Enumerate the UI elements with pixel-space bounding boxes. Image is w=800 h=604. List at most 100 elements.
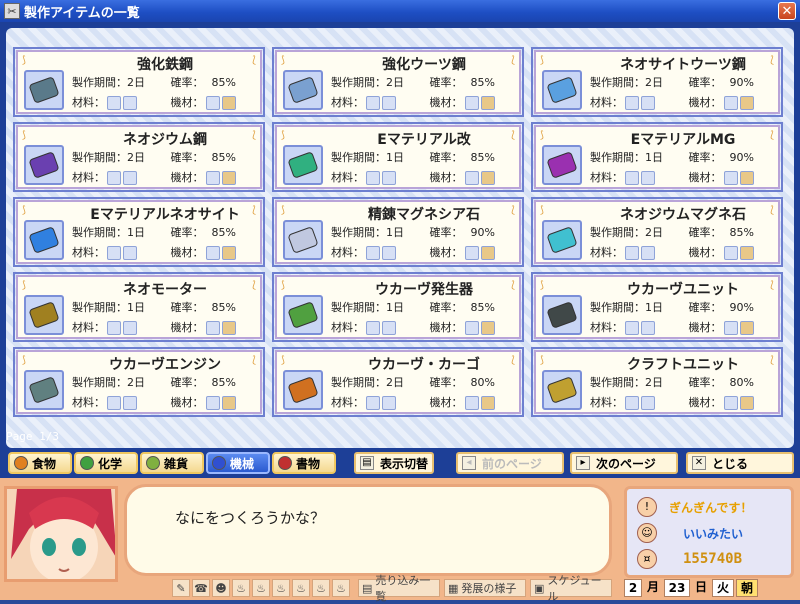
machine-label: 機材： (170, 96, 204, 109)
material-icon (641, 171, 655, 185)
game-window: ✂ 製作アイテムの一覧 ✕ ⟆ ⟅ 強化鉄鋼 製作期間：2日 確率： 85% 材料… (0, 0, 800, 603)
item-material-row: 材料： 機材： (590, 394, 754, 410)
item-name: 強化ウーツ鋼 (382, 57, 466, 73)
pot-icon: ♨ (276, 581, 286, 595)
item-card[interactable]: ⟆ ⟅ Eマテリアルネオサイト 製作期間：1日 確率： 85% 材料： 機材： (13, 197, 265, 267)
machine-label: 機材： (170, 246, 204, 259)
machine-label: 機材： (170, 396, 204, 409)
item-card[interactable]: ⟆ ⟅ ウカーヴ発生器 製作期間：1日 確率： 85% 材料： 機材： (272, 272, 524, 342)
rate-label: 確率： (429, 76, 463, 89)
item-name: Eマテリアルネオサイト (90, 207, 240, 223)
item-card[interactable]: ⟆ ⟅ ウカーヴユニット 製作期間：1日 確率： 90% 材料： 機材： (531, 272, 783, 342)
time-value: 1日 (645, 301, 663, 314)
item-card[interactable]: ⟆ ⟅ ネオジウム鋼 製作期間：2日 確率： 85% 材料： 機材： (13, 122, 265, 192)
item-card[interactable]: ⟆ ⟅ Eマテリアル改 製作期間：1日 確率： 85% 材料： 機材： (272, 122, 524, 192)
item-name: ウカーヴ発生器 (375, 282, 473, 298)
material-label: 材料： (590, 321, 623, 334)
category-chemistry-button[interactable]: 化学 (74, 452, 138, 474)
tool-button-1[interactable]: ✎ (172, 579, 190, 597)
material-label: 材料： (331, 171, 364, 184)
time-value: 2日 (386, 76, 404, 89)
machine-icon (205, 246, 220, 260)
tool-button-5[interactable]: ♨ (252, 579, 270, 597)
item-time-row: 製作期間：1日 確率： 90% (590, 149, 754, 165)
tool-button-8[interactable]: ♨ (312, 579, 330, 597)
pot-icon: ♨ (296, 581, 306, 595)
list-icon: ▤ (362, 581, 373, 595)
item-card[interactable]: ⟆ ⟅ 強化鉄鋼 製作期間：2日 確率： 85% 材料： 機材： (13, 47, 265, 117)
item-time-row: 製作期間：2日 確率： 85% (72, 74, 236, 90)
face-icon: ☺ (637, 523, 657, 543)
box-icon (739, 171, 754, 185)
close-list-button[interactable]: ✕ とじる (686, 452, 794, 474)
machine-label: 機材： (429, 96, 463, 109)
item-card[interactable]: ⟆ ⟅ ネオジウムマグネ石 製作期間：2日 確率： 85% 材料： 機材： (531, 197, 783, 267)
material-icon (107, 171, 121, 185)
rate-label: 確率： (170, 226, 204, 239)
item-card[interactable]: ⟆ ⟅ EマテリアルMG 製作期間：1日 確率： 90% 材料： 機材： (531, 122, 783, 192)
category-chemistry-label: 化学 (98, 456, 123, 471)
tool-button-2[interactable]: ☎ (192, 579, 210, 597)
category-machine-button[interactable]: 機械 (206, 452, 270, 474)
next-page-label: 次のページ (596, 456, 656, 471)
material-icon (123, 396, 137, 410)
item-card[interactable]: ⟆ ⟅ 精錬マグネシア石 製作期間：1日 確率： 90% 材料： 機材： (272, 197, 524, 267)
tool-button-6[interactable]: ♨ (272, 579, 290, 597)
item-icon-box (283, 70, 323, 110)
item-time-row: 製作期間：2日 確率： 85% (72, 374, 236, 390)
item-icon (287, 376, 319, 404)
material-icon (366, 396, 380, 410)
tool-button-3[interactable]: ☻ (212, 579, 230, 597)
prev-page-button[interactable]: ◂ 前のページ (456, 452, 564, 474)
item-card[interactable]: ⟆ ⟅ 強化ウーツ鋼 製作期間：2日 確率： 85% 材料： 機材： (272, 47, 524, 117)
schedule-button[interactable]: ▣ スケジュール (530, 574, 612, 603)
category-goods-button[interactable]: 雑貨 (140, 452, 204, 474)
food-icon (14, 456, 28, 470)
item-card[interactable]: ⟆ ⟅ ウカーヴエンジン 製作期間：2日 確率： 85% 材料： 機材： (13, 347, 265, 417)
time-value: 2日 (645, 76, 663, 89)
category-food-label: 食物 (32, 456, 57, 471)
machine-label: 機材： (170, 321, 204, 334)
item-card[interactable]: ⟆ ⟅ ウカーヴ・カーゴ 製作期間：2日 確率： 80% 材料： 機材： (272, 347, 524, 417)
item-card[interactable]: ⟆ ⟅ クラフトユニット 製作期間：2日 確率： 80% 材料： 機材： (531, 347, 783, 417)
progress-button[interactable]: ▦ 発展の様子 (444, 579, 526, 597)
material-icon (625, 246, 639, 260)
machine-label: 機材： (429, 321, 463, 334)
money-amount: 155740B (683, 551, 743, 567)
box-icon (221, 96, 236, 110)
item-time-row: 製作期間：1日 確率： 85% (331, 299, 495, 315)
prev-page-label: 前のページ (482, 456, 542, 471)
item-time-row: 製作期間：1日 確率： 85% (72, 224, 236, 240)
category-food-button[interactable]: 食物 (8, 452, 72, 474)
item-card[interactable]: ⟆ ⟅ ネオモーター 製作期間：1日 確率： 85% 材料： 機材： (13, 272, 265, 342)
machine-icon (723, 321, 738, 335)
tool-button-7[interactable]: ♨ (292, 579, 310, 597)
rate-value: 90% (729, 76, 754, 89)
item-icon (546, 301, 578, 329)
tool-button-9[interactable]: ♨ (332, 579, 350, 597)
box-icon (480, 171, 495, 185)
book-icon (278, 456, 292, 470)
box-icon (739, 96, 754, 110)
machine-icon (723, 246, 738, 260)
rate-value: 85% (211, 151, 236, 164)
category-books-button[interactable]: 書物 (272, 452, 336, 474)
close-window-button[interactable]: ✕ (778, 2, 796, 20)
item-name: ウカーヴエンジン (109, 357, 221, 373)
material-icon (641, 96, 655, 110)
flourish-icon: ⟆ (22, 205, 26, 216)
rate-label: 確率： (688, 376, 722, 389)
next-page-button[interactable]: ▸ 次のページ (570, 452, 678, 474)
item-icon-box (24, 220, 64, 260)
flourish-icon: ⟆ (540, 130, 544, 141)
material-icon (123, 171, 137, 185)
time-label: 製作期間： (72, 226, 127, 239)
pot-icon: ♨ (316, 581, 326, 595)
tool-button-4[interactable]: ♨ (232, 579, 250, 597)
toggle-icon: ▤ (360, 456, 374, 470)
sales-list-button[interactable]: ▤ 売り込み一覧 (358, 574, 440, 603)
item-card[interactable]: ⟆ ⟅ ネオサイトウーツ鋼 製作期間：2日 確率： 90% 材料： 機材： (531, 47, 783, 117)
box-icon (221, 246, 236, 260)
calendar-icon: ▣ (534, 581, 545, 595)
display-toggle-button[interactable]: ▤ 表示切替 (354, 452, 434, 474)
